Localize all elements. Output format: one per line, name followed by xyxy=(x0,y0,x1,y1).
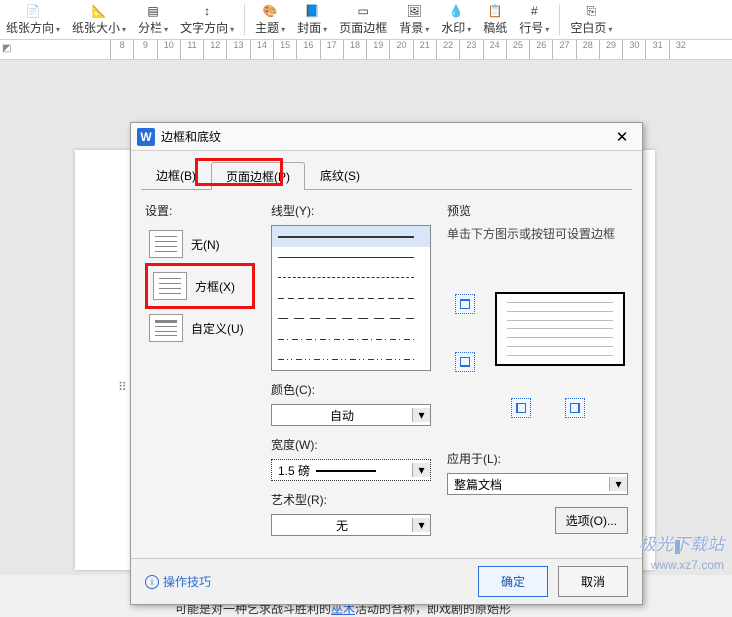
line-style-dash[interactable] xyxy=(272,288,430,309)
line-style-dot[interactable] xyxy=(272,267,430,288)
ruler-toggle-icon[interactable]: ◩ xyxy=(2,43,11,54)
ribbon-line-numbers[interactable]: #行号▾ xyxy=(513,0,555,39)
bulb-icon: i xyxy=(145,575,159,589)
chevron-down-icon[interactable]: ▾ xyxy=(412,463,430,477)
tab-page-border[interactable]: 页面边框(P) xyxy=(211,162,305,190)
tips-link[interactable]: i 操作技巧 xyxy=(145,573,211,590)
ribbon-page-border[interactable]: ▭页面边框 xyxy=(333,0,393,39)
preview-page[interactable] xyxy=(495,292,625,366)
ribbon-page-orientation[interactable]: 📄纸张方向▾ xyxy=(0,0,66,39)
ribbon-blank-page[interactable]: ⎘空白页▾ xyxy=(564,0,618,39)
apply-to-combo[interactable]: 整篇文档 ▾ xyxy=(447,473,628,495)
dialog-titlebar[interactable]: W 边框和底纹 ✕ xyxy=(131,123,642,151)
ribbon-background[interactable]: 🖼背景▾ xyxy=(393,0,435,39)
app-w-icon: W xyxy=(137,128,155,146)
line-style-thin[interactable] xyxy=(272,247,430,268)
color-label: 颜色(C): xyxy=(271,381,431,398)
line-style-dash-long[interactable] xyxy=(272,308,430,329)
preview-btn-bottom[interactable] xyxy=(455,352,475,372)
cancel-button[interactable]: 取消 xyxy=(558,566,628,597)
borders-shading-dialog: W 边框和底纹 ✕ 边框(B) 页面边框(P) 底纹(S) 设置: 无(N) xyxy=(130,122,643,605)
color-combo[interactable]: 自动 ▾ xyxy=(271,404,431,426)
line-style-list[interactable] xyxy=(271,225,431,371)
line-style-dashdot[interactable] xyxy=(272,329,430,350)
preview-area xyxy=(447,268,628,448)
width-combo[interactable]: 1.5 磅 ▾ xyxy=(271,459,431,481)
art-combo[interactable]: 无 ▾ xyxy=(271,514,431,536)
text-selection xyxy=(675,540,680,554)
ribbon-manuscript[interactable]: 📋稿纸 xyxy=(477,0,513,39)
tab-strip: 边框(B) 页面边框(P) 底纹(S) xyxy=(141,161,642,189)
apply-to-label: 应用于(L): xyxy=(447,450,628,467)
drag-handle-icon[interactable]: ⠿ xyxy=(118,380,127,394)
options-button[interactable]: 选项(O)... xyxy=(555,507,628,534)
line-style-solid[interactable] xyxy=(272,226,430,247)
preview-note: 单击下方图示或按钮可设置边框 xyxy=(447,225,628,242)
line-style-dashdotdot[interactable] xyxy=(272,349,430,370)
dialog-footer: i 操作技巧 确定 取消 xyxy=(131,558,642,604)
setting-custom[interactable]: 自定义(U) xyxy=(145,309,255,347)
art-label: 艺术型(R): xyxy=(271,491,431,508)
ribbon-columns[interactable]: ▤分栏▾ xyxy=(132,0,174,39)
ribbon-theme[interactable]: 🎨主题▾ xyxy=(249,0,291,39)
chevron-down-icon[interactable]: ▾ xyxy=(609,477,627,491)
line-style-label: 线型(Y): xyxy=(271,202,431,219)
ok-button[interactable]: 确定 xyxy=(478,566,548,597)
preview-btn-right[interactable] xyxy=(565,398,585,418)
ruler: ◩ 89101112131415161718192021222324252627… xyxy=(0,40,732,60)
ribbon-watermark[interactable]: 💧水印▾ xyxy=(435,0,477,39)
tab-shading[interactable]: 底纹(S) xyxy=(305,161,375,189)
ribbon-page-size[interactable]: 📐纸张大小▾ xyxy=(66,0,132,39)
annotation-redbox-box: 方框(X) xyxy=(145,263,255,309)
ribbon-text-direction[interactable]: ↕文字方向▾ xyxy=(174,0,240,39)
document-area: ⠿ 可能是对一种乞求战斗胜利的巫术活动的合称，即戏剧的原始形 W 边框和底纹 ✕… xyxy=(0,60,732,575)
chevron-down-icon[interactable]: ▾ xyxy=(412,408,430,422)
preview-label: 预览 xyxy=(447,202,628,219)
preview-btn-left[interactable] xyxy=(511,398,531,418)
setting-box[interactable]: 方框(X) xyxy=(149,267,251,305)
settings-label: 设置: xyxy=(145,202,255,219)
preview-btn-top[interactable] xyxy=(455,294,475,314)
ribbon: 📄纸张方向▾ 📐纸张大小▾ ▤分栏▾ ↕文字方向▾ 🎨主题▾ 📘封面▾ ▭页面边… xyxy=(0,0,732,40)
setting-none[interactable]: 无(N) xyxy=(145,225,255,263)
close-button[interactable]: ✕ xyxy=(608,128,636,146)
chevron-down-icon[interactable]: ▾ xyxy=(412,518,430,532)
dialog-title: 边框和底纹 xyxy=(161,128,221,145)
width-label: 宽度(W): xyxy=(271,436,431,453)
tab-border[interactable]: 边框(B) xyxy=(141,161,211,189)
ribbon-cover[interactable]: 📘封面▾ xyxy=(291,0,333,39)
watermark-url: www.xz7.com xyxy=(651,558,724,572)
